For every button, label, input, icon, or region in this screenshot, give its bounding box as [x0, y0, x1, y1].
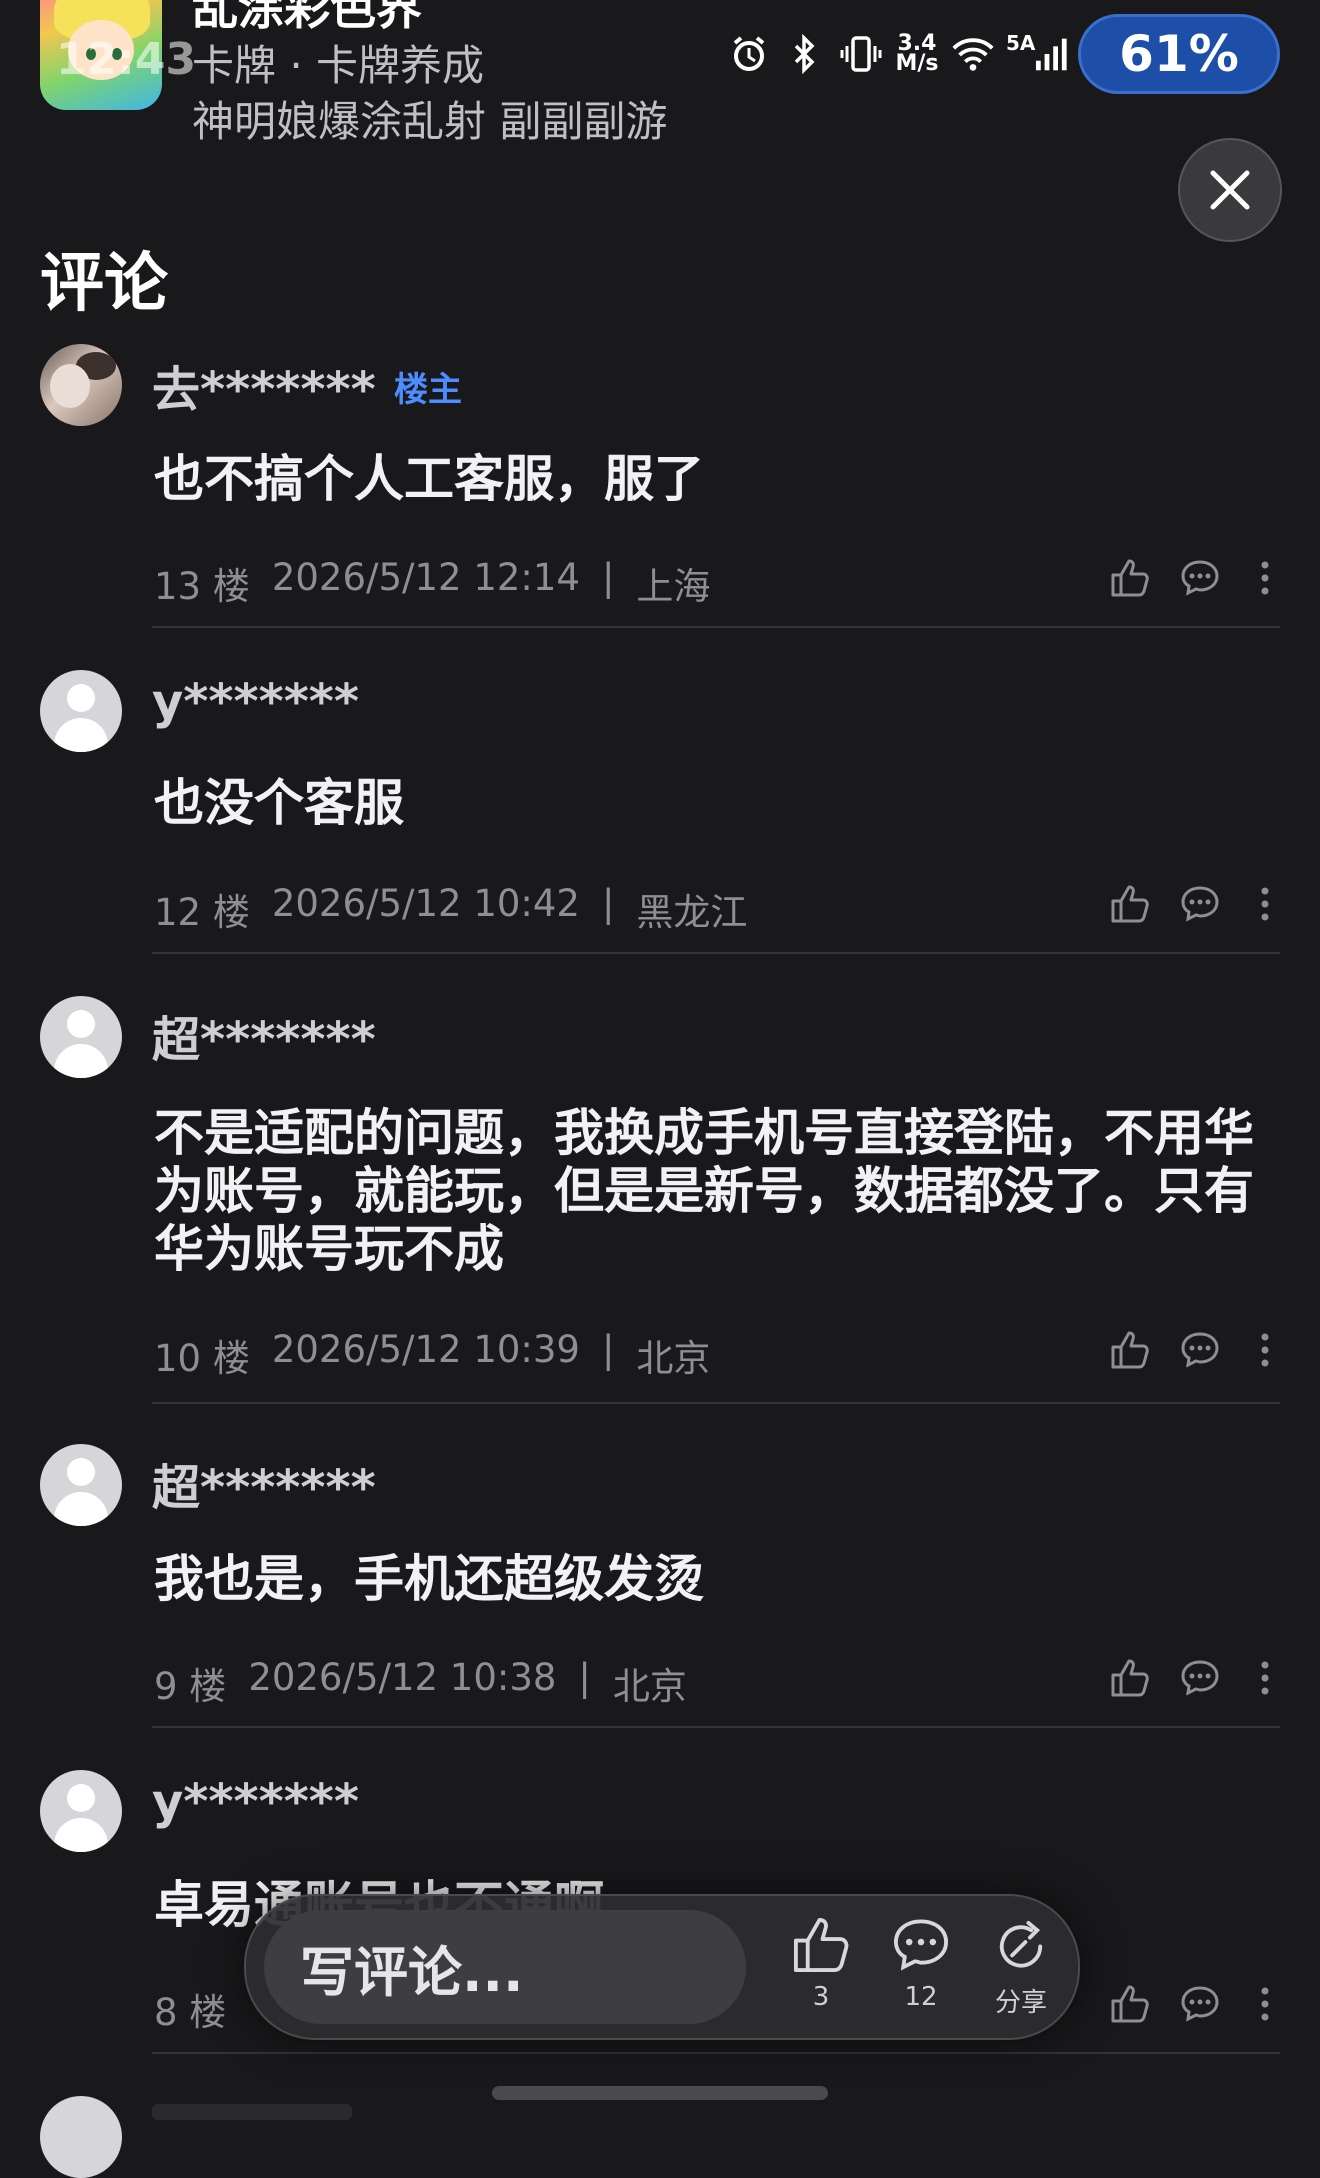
like-icon[interactable] [1106, 880, 1154, 928]
write-comment-input[interactable]: 写评论... [264, 1910, 746, 2024]
comments-section-title: 评论 [40, 247, 168, 321]
op-badge: 楼主 [394, 370, 462, 410]
share-button[interactable]: 分享 [976, 1914, 1066, 2019]
avatar[interactable] [40, 344, 122, 426]
comment-actions [1106, 554, 1280, 602]
vibrate-icon [838, 31, 884, 77]
like-icon[interactable] [1106, 554, 1154, 602]
reply-icon[interactable] [1176, 1980, 1224, 2028]
close-button[interactable] [1178, 138, 1282, 242]
battery-indicator: 61% [1078, 14, 1280, 94]
reply-icon[interactable] [1176, 880, 1224, 928]
comment-username[interactable]: 超******* [152, 1000, 376, 1070]
comment-location: 黑龙江 [636, 891, 748, 934]
floor-number: 13 楼 [154, 565, 250, 608]
app-category: 卡牌 · 卡牌养成 [192, 41, 485, 90]
comment-text[interactable]: 也不搞个人工客服，服了 [154, 450, 1264, 508]
avatar[interactable] [40, 996, 122, 1078]
app-tags: 神明娘爆涂乱射 副副副游 [192, 97, 668, 146]
share-icon [999, 1920, 1043, 1968]
like-icon [793, 1917, 849, 1973]
comment-text[interactable]: 不是适配的问题，我换成手机号直接登陆，不用华为账号，就能玩，但是是新号，数据都没… [154, 1104, 1264, 1278]
comment-username[interactable]: 超******* [152, 1448, 376, 1518]
floor-number: 9 楼 [154, 1665, 227, 1708]
meta-separator: | [578, 1656, 591, 1699]
comment-meta: 10 楼 2026/5/12 10:39 | 北京 [154, 1328, 710, 1382]
comment-text[interactable]: 也没个客服 [154, 774, 1264, 832]
comment-count: 12 [904, 1982, 938, 2012]
meta-separator: | [601, 882, 615, 925]
more-options-icon[interactable] [1250, 1654, 1280, 1702]
reply-icon[interactable] [1176, 554, 1224, 602]
like-icon[interactable] [1106, 1980, 1154, 2028]
floor-number: 10 楼 [154, 1337, 250, 1380]
comment-actions [1106, 1980, 1280, 2028]
comment-divider [152, 626, 1280, 628]
comment-time: 2026/5/12 10:42 [271, 882, 580, 925]
more-options-icon[interactable] [1250, 554, 1280, 602]
comment-text[interactable]: 我也是，手机还超级发烫 [154, 1550, 1264, 1608]
close-icon [1210, 170, 1250, 210]
comment-meta: 9 楼 2026/5/12 10:38 | 北京 [154, 1656, 687, 1710]
comment-username[interactable]: y******* [152, 1774, 359, 1830]
more-options-icon[interactable] [1250, 1980, 1280, 2028]
comment-actions [1106, 1654, 1280, 1702]
avatar [40, 2096, 122, 2178]
comment-action-bar: 写评论... 3 12 分享 [244, 1894, 1080, 2040]
like-button[interactable]: 3 [776, 1914, 866, 2012]
wifi-icon [950, 31, 996, 77]
comment-actions [1106, 880, 1280, 928]
home-indicator[interactable] [492, 2086, 828, 2100]
floor-number: 8 楼 [154, 1991, 227, 2034]
comment-button[interactable]: 12 [876, 1914, 966, 2012]
comment-time: 2026/5/12 10:39 [271, 1328, 580, 1371]
avatar[interactable] [40, 670, 122, 752]
comment-actions [1106, 1326, 1280, 1374]
comment-location: 上海 [636, 565, 711, 608]
meta-separator: | [601, 1328, 615, 1371]
more-options-icon[interactable] [1250, 880, 1280, 928]
reply-icon[interactable] [1176, 1654, 1224, 1702]
comment-icon [893, 1919, 949, 1971]
more-options-icon[interactable] [1250, 1326, 1280, 1374]
like-icon[interactable] [1106, 1326, 1154, 1374]
username-placeholder [152, 2104, 352, 2120]
meta-separator: | [601, 556, 615, 599]
comment-location: 北京 [636, 1337, 711, 1380]
floor-number: 12 楼 [154, 891, 250, 934]
comment-divider [152, 1726, 1280, 1728]
comment-username[interactable]: 去******* [152, 350, 376, 420]
comment-meta: 8 楼 [154, 1982, 226, 2036]
comment-time: 2026/5/12 10:38 [248, 1656, 557, 1699]
status-time: 12:43 [56, 34, 197, 85]
comment-meta: 13 楼 2026/5/12 12:14 | 上海 [154, 556, 710, 610]
status-bar: 3.4 M/s 5A 61% [726, 14, 1280, 94]
network-speed: 3.4 M/s [895, 31, 939, 76]
bluetooth-icon [782, 31, 828, 77]
alarm-icon [726, 31, 772, 77]
comment-username[interactable]: y******* [152, 674, 359, 730]
reply-icon[interactable] [1176, 1326, 1224, 1374]
like-icon[interactable] [1106, 1654, 1154, 1702]
comment-location: 北京 [612, 1665, 687, 1708]
avatar[interactable] [40, 1770, 122, 1852]
comment-divider [152, 2052, 1280, 2054]
comment-time: 2026/5/12 12:14 [271, 556, 580, 599]
share-label: 分享 [994, 1988, 1047, 2018]
comment-meta: 12 楼 2026/5/12 10:42 | 黑龙江 [154, 882, 747, 936]
like-count: 3 [812, 1982, 830, 2012]
write-comment-placeholder: 写评论... [300, 1940, 524, 2004]
cellular-signal-icon: 5A [1006, 31, 1068, 77]
comment-divider [152, 1402, 1280, 1404]
avatar[interactable] [40, 1444, 122, 1526]
comment-divider [152, 952, 1280, 954]
